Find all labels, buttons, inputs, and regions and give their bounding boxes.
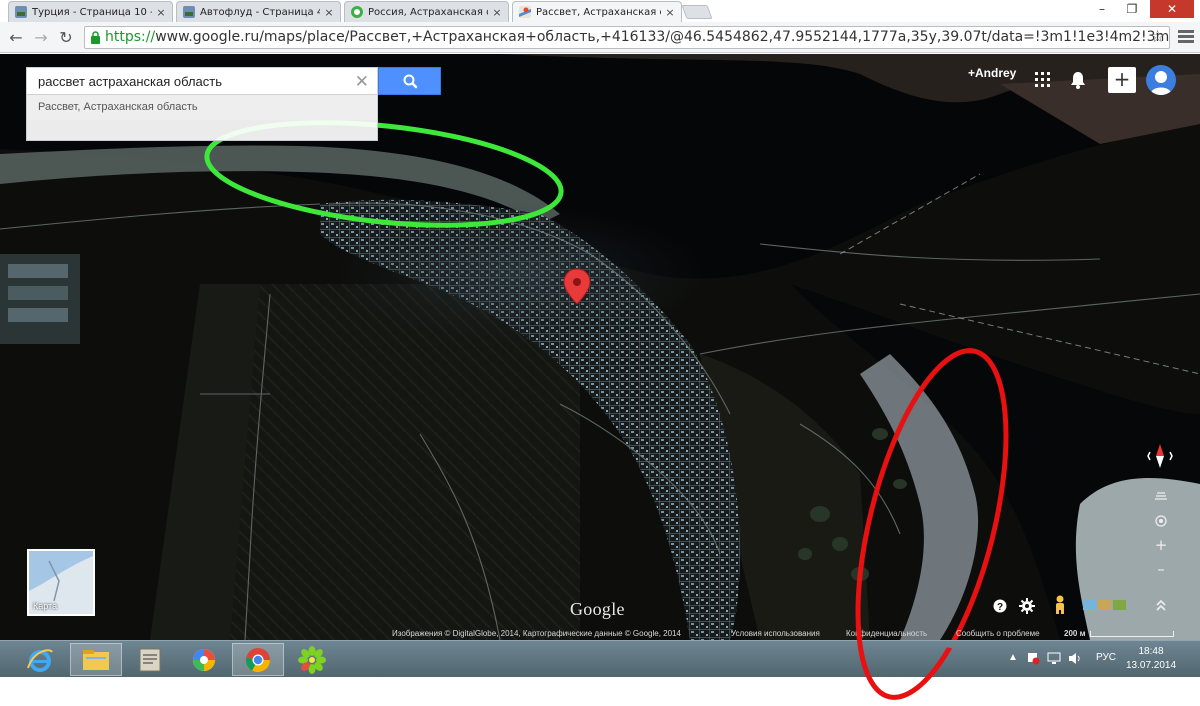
user-silhouette-icon [1150, 71, 1172, 95]
expand-chevron-icon[interactable] [1155, 599, 1167, 613]
map-search-input[interactable]: рассвет астраханская область ✕ [26, 67, 378, 95]
imagery-credit: Изображения © DigitalGlobe, 2014, Картог… [392, 629, 681, 638]
reload-button[interactable]: ↻ [56, 28, 76, 48]
svg-text:?: ? [997, 602, 1003, 613]
url-scheme: https:// [105, 29, 156, 45]
search-query: рассвет астраханская область [38, 74, 222, 89]
volume-icon[interactable] [1068, 652, 1082, 665]
apps-grid-icon[interactable] [1035, 72, 1050, 87]
scale-label: 200 м [1064, 629, 1086, 638]
satellite-map[interactable]: рассвет астраханская область ✕ Рассвет, … [0, 54, 1200, 640]
notifications-bell-icon[interactable] [1070, 71, 1086, 89]
settings-gear-icon[interactable] [1019, 598, 1035, 614]
url-text: www.google.ru/maps/place/Рассвет,+Астрах… [155, 29, 1170, 45]
report-problem-link[interactable]: Сообщить о проблеме [956, 629, 1040, 638]
search-button[interactable] [378, 67, 441, 95]
windows-taskbar: ▲ РУС 18:48 13.07.2014 [0, 640, 1200, 677]
input-language-indicator[interactable]: РУС [1096, 652, 1116, 663]
map-attribution: Изображения © DigitalGlobe, 2014, Картог… [0, 628, 1200, 640]
close-window-button[interactable]: ✕ [1150, 0, 1194, 18]
icq-flower-icon [298, 645, 326, 674]
lock-icon [91, 31, 100, 44]
tab-title: Россия, Астраханская об [368, 6, 488, 18]
pinwheel-app-icon [193, 648, 215, 671]
taskbar-picasa-button[interactable] [178, 643, 230, 676]
scale-bar [1090, 631, 1174, 637]
imagery-layers[interactable] [1083, 600, 1126, 610]
pegman-icon[interactable] [1052, 595, 1068, 615]
chrome-icon [246, 647, 270, 672]
tab-russia[interactable]: Россия, Астраханская об × [344, 1, 509, 22]
browser-toolbar: ← → ↻ https://www.google.ru/maps/place/Р… [0, 22, 1200, 53]
page-bottom-margin [0, 677, 1200, 706]
tab-title: Автофлуд - Страница 41 [200, 6, 320, 18]
clock-time: 18:48 [1138, 646, 1164, 657]
tilt-icon[interactable] [1155, 491, 1167, 501]
file-explorer-icon [83, 649, 109, 670]
forward-button[interactable]: → [31, 28, 51, 48]
layer-thumb-icon[interactable] [1098, 600, 1111, 610]
browser-tab-strip: Турция - Страница 10 - С × Автофлуд - Ст… [0, 0, 1200, 22]
search-suggestions: Рассвет, Астраханская область [26, 95, 378, 141]
taskbar-notepad-button[interactable] [124, 643, 176, 676]
account-name-link[interactable]: +Andrey [968, 66, 1016, 80]
suggestion-item[interactable]: Рассвет, Астраханская область [27, 95, 377, 120]
forum-favicon-icon [15, 6, 27, 18]
layer-thumb-icon[interactable] [1083, 600, 1096, 610]
system-clock[interactable]: 18:48 13.07.2014 [1126, 645, 1176, 673]
search-icon [403, 74, 418, 89]
privacy-link[interactable]: Конфиденциальность [846, 629, 927, 638]
google-maps-favicon-icon [519, 6, 531, 18]
layer-thumb-icon[interactable] [1113, 600, 1126, 610]
forum-favicon-icon [183, 6, 195, 18]
tab-turkey[interactable]: Турция - Страница 10 - С × [8, 1, 173, 22]
my-location-icon[interactable] [1154, 514, 1168, 528]
tab-title: Рассвет, Астраханская об [536, 6, 661, 18]
back-button[interactable]: ← [6, 28, 26, 48]
satellite-imagery[interactable] [0, 54, 1200, 640]
google-logo: Google [570, 599, 625, 619]
internet-explorer-icon [27, 648, 53, 672]
new-tab-button[interactable] [681, 5, 713, 19]
address-bar[interactable]: https://www.google.ru/maps/place/Рассвет… [84, 26, 1170, 49]
tab-close-icon[interactable]: × [156, 6, 166, 19]
avatar[interactable] [1146, 65, 1176, 95]
minimize-button[interactable]: – [1088, 0, 1116, 18]
document-app-icon [139, 648, 161, 671]
clock-date: 13.07.2014 [1126, 660, 1177, 671]
tab-title: Турция - Страница 10 - С [32, 6, 152, 18]
minimap-label: Карта [33, 601, 58, 611]
tab-rassvet[interactable]: Рассвет, Астраханская об × [512, 1, 682, 22]
clear-search-icon[interactable]: ✕ [355, 68, 369, 95]
compass-icon[interactable] [1146, 442, 1174, 470]
terms-link[interactable]: Условия использования [731, 629, 820, 638]
taskbar-explorer-button[interactable] [70, 643, 122, 676]
tab-close-icon[interactable]: × [665, 6, 675, 19]
tray-expand-icon[interactable]: ▲ [1008, 652, 1018, 663]
panoramio-favicon-icon [351, 6, 363, 18]
tab-close-icon[interactable]: × [492, 6, 502, 19]
tab-autoflood[interactable]: Автофлуд - Страница 41 × [176, 1, 341, 22]
help-icon[interactable]: ? [993, 599, 1007, 613]
share-button[interactable]: + [1108, 67, 1136, 93]
chrome-menu-icon[interactable] [1178, 28, 1194, 46]
flag-notification-icon[interactable] [1027, 652, 1040, 665]
taskbar-icq-button[interactable] [286, 643, 338, 676]
bookmark-star-icon[interactable]: ☆ [1150, 27, 1165, 47]
taskbar-chrome-button[interactable] [232, 643, 284, 676]
tab-close-icon[interactable]: × [324, 6, 334, 19]
zoom-in-button[interactable]: + [1151, 536, 1171, 554]
map-type-toggle[interactable]: Карта [27, 549, 95, 616]
taskbar-ie-button[interactable] [14, 643, 66, 676]
network-icon[interactable] [1047, 652, 1061, 665]
zoom-out-button[interactable]: – [1151, 560, 1171, 578]
restore-button[interactable]: ❐ [1118, 0, 1146, 18]
